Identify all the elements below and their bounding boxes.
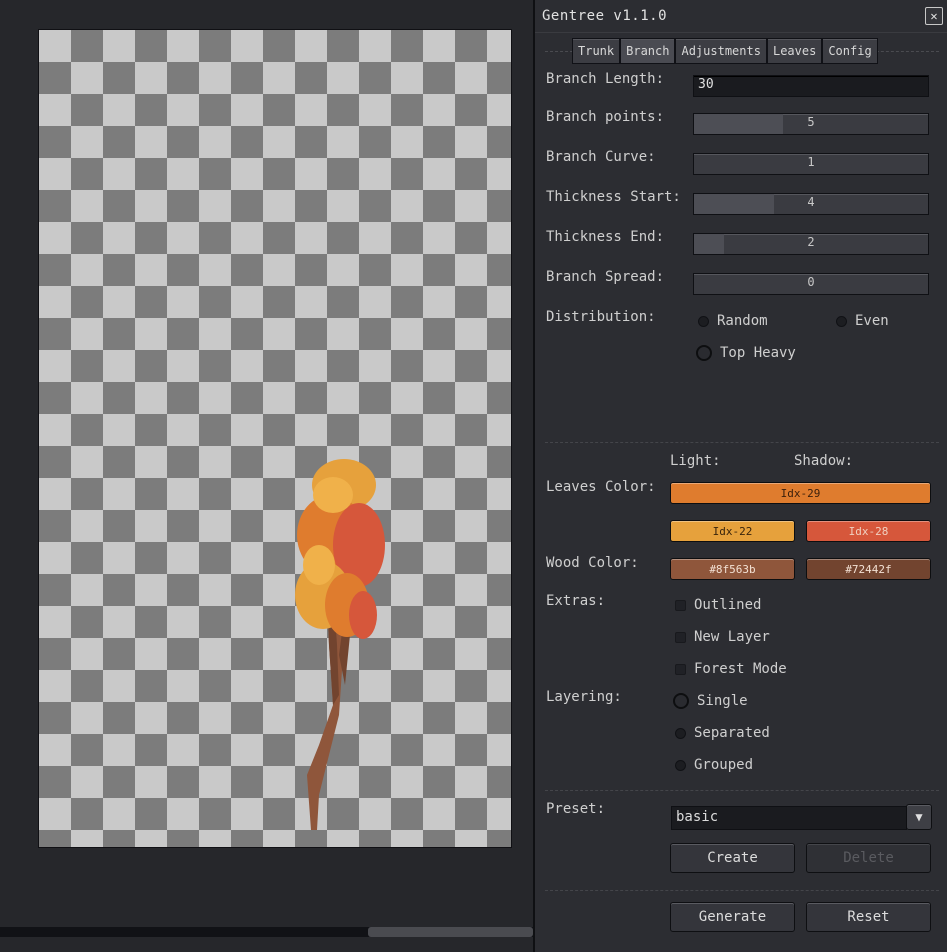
new-layer-checkbox[interactable]: New Layer	[675, 629, 770, 645]
leaves-light-color-swatch[interactable]: Idx-22	[670, 520, 795, 542]
radio-label: Separated	[694, 725, 770, 741]
horizontal-scrollbar[interactable]	[0, 927, 533, 937]
checkbox-icon	[675, 631, 686, 643]
branch-spread-value: 0	[807, 275, 815, 289]
canvas-area	[0, 0, 533, 952]
branch-length-value: 30	[698, 77, 714, 92]
close-icon[interactable]: ✕	[925, 7, 943, 25]
divider	[545, 790, 939, 791]
distribution-label: Distribution:	[546, 309, 656, 325]
checkbox-label: Forest Mode	[694, 661, 787, 677]
tab-adjustments[interactable]: Adjustments	[675, 38, 767, 64]
wood-shadow-color-swatch[interactable]: #72442f	[806, 558, 931, 580]
radio-icon	[836, 315, 847, 327]
leaves-shadow-color-swatch[interactable]: Idx-28	[806, 520, 931, 542]
radio-icon	[675, 759, 686, 771]
scrollbar-thumb[interactable]	[368, 927, 533, 937]
radio-selected-icon	[673, 693, 689, 709]
tab-config[interactable]: Config	[822, 38, 878, 64]
distribution-random-radio[interactable]: Random	[698, 313, 768, 329]
branch-spread-slider[interactable]: 0	[693, 273, 929, 295]
radio-label: Grouped	[694, 757, 754, 773]
wood-light-color-swatch[interactable]: #8f563b	[670, 558, 795, 580]
preset-label: Preset:	[546, 801, 606, 817]
branch-points-slider[interactable]: 5	[693, 113, 929, 135]
radio-label: Top Heavy	[720, 345, 796, 361]
branch-curve-value: 1	[807, 155, 815, 169]
sprite-canvas[interactable]	[39, 30, 511, 847]
branch-points-label: Branch points:	[546, 109, 665, 125]
checkbox-icon	[675, 599, 686, 611]
generated-tree-image	[295, 459, 385, 830]
radio-label: Single	[697, 693, 748, 709]
outlined-checkbox[interactable]: Outlined	[675, 597, 761, 613]
dialog-title: Gentree v1.1.0	[542, 8, 668, 24]
chevron-down-icon[interactable]: ▼	[906, 804, 932, 830]
forest-mode-checkbox[interactable]: Forest Mode	[675, 661, 787, 677]
layering-single-radio[interactable]: Single	[673, 693, 748, 709]
layering-label: Layering:	[546, 689, 622, 705]
leaves-main-color-swatch[interactable]: Idx-29	[670, 482, 931, 504]
tab-trunk[interactable]: Trunk	[572, 38, 621, 64]
branch-spread-label: Branch Spread:	[546, 269, 665, 285]
light-label: Light:	[670, 453, 721, 469]
wood-color-label: Wood Color:	[546, 555, 639, 571]
tab-bar: Trunk Branch Adjustments Leaves Config	[535, 37, 947, 67]
checkbox-label: New Layer	[694, 629, 770, 645]
create-button[interactable]: Create	[670, 843, 795, 873]
distribution-top-heavy-radio[interactable]: Top Heavy	[696, 345, 796, 361]
divider	[545, 890, 939, 891]
thickness-start-label: Thickness Start:	[546, 189, 681, 205]
shadow-label: Shadow:	[794, 453, 854, 469]
layering-separated-radio[interactable]: Separated	[675, 725, 770, 741]
extras-label: Extras:	[546, 593, 606, 609]
thickness-start-slider[interactable]: 4	[693, 193, 929, 215]
distribution-even-radio[interactable]: Even	[836, 313, 889, 329]
preset-select[interactable]: basic	[671, 806, 907, 830]
thickness-start-value: 4	[807, 195, 815, 209]
divider	[545, 442, 939, 443]
tab-branch[interactable]: Branch	[620, 38, 676, 64]
branch-length-input[interactable]: 30	[693, 75, 929, 97]
tab-leaves[interactable]: Leaves	[766, 38, 823, 64]
layering-grouped-radio[interactable]: Grouped	[675, 757, 753, 773]
radio-icon	[675, 727, 686, 739]
reset-button[interactable]: Reset	[806, 902, 931, 932]
thickness-end-slider[interactable]: 2	[693, 233, 929, 255]
thickness-end-value: 2	[807, 235, 815, 249]
thickness-end-label: Thickness End:	[546, 229, 665, 245]
radio-label: Even	[855, 313, 889, 329]
branch-curve-label: Branch Curve:	[546, 149, 656, 165]
preset-value: basic	[676, 809, 719, 825]
checkbox-icon	[675, 663, 686, 675]
branch-length-label: Branch Length:	[546, 71, 665, 87]
radio-selected-icon	[696, 345, 712, 361]
branch-curve-slider[interactable]: 1	[693, 153, 929, 175]
dialog-titlebar[interactable]: Gentree v1.1.0 ✕	[535, 0, 947, 33]
generate-button[interactable]: Generate	[670, 902, 795, 932]
radio-label: Random	[717, 313, 768, 329]
branch-points-value: 5	[807, 115, 815, 129]
gentree-dialog: Gentree v1.1.0 ✕ Trunk Branch Adjustment…	[533, 0, 947, 952]
leaves-color-label: Leaves Color:	[546, 479, 656, 495]
checkbox-label: Outlined	[694, 597, 762, 613]
radio-icon	[698, 315, 709, 327]
delete-button[interactable]: Delete	[806, 843, 931, 873]
